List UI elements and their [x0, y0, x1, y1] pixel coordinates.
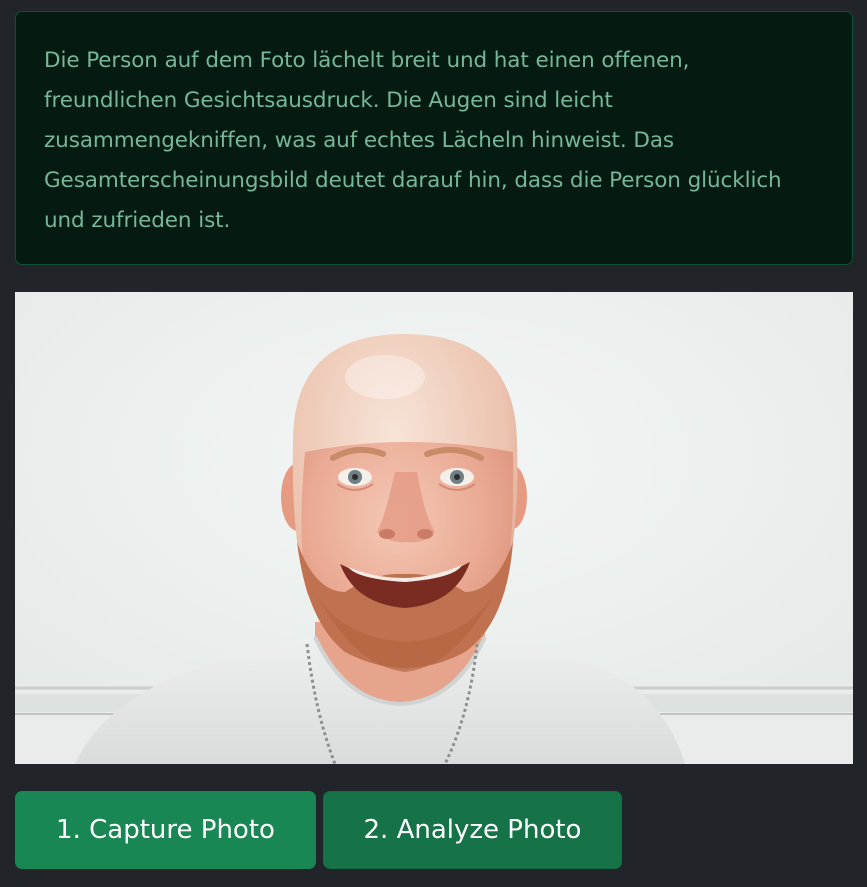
- captured-photo: [15, 292, 853, 764]
- person-photo-illustration: [15, 292, 853, 764]
- analysis-result-alert: Die Person auf dem Foto lächelt breit un…: [15, 11, 853, 265]
- app-page: Die Person auf dem Foto lächelt breit un…: [0, 0, 867, 887]
- capture-photo-button[interactable]: 1. Capture Photo: [15, 791, 316, 869]
- analyze-photo-button[interactable]: 2. Analyze Photo: [323, 791, 622, 869]
- analysis-result-text: Die Person auf dem Foto lächelt breit un…: [44, 48, 782, 233]
